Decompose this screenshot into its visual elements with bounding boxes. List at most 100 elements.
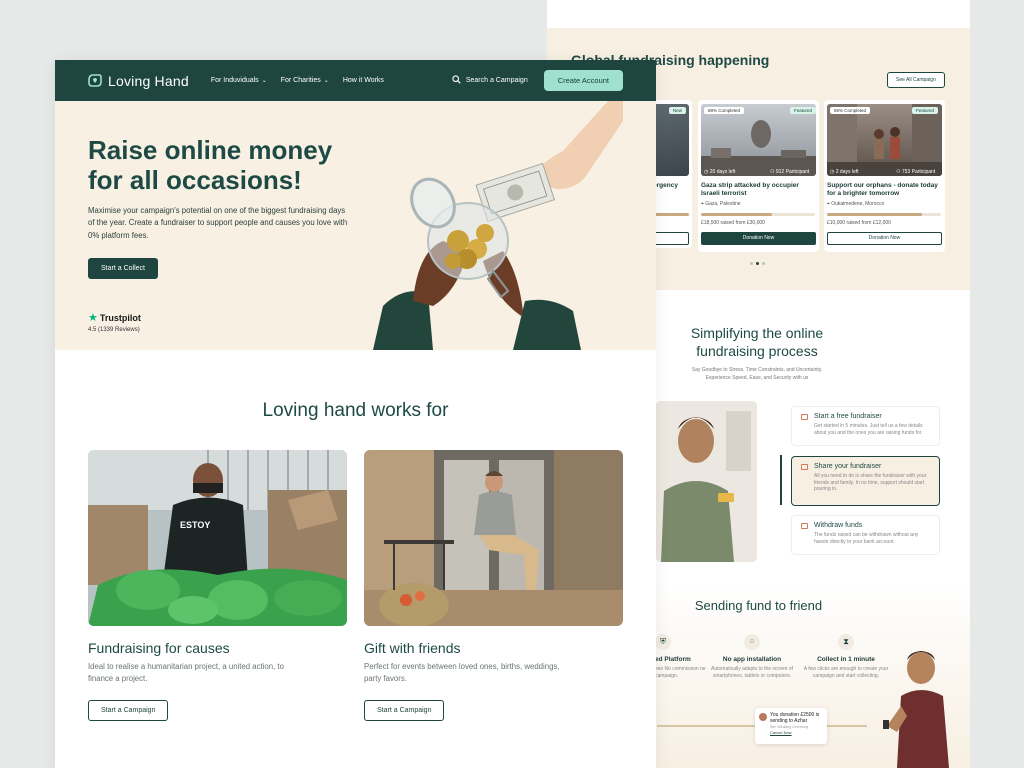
progress-fill xyxy=(827,213,922,216)
notif-sub: Ref: Wedding Ceremony xyxy=(770,725,809,729)
hero-section: Raise online money for all occasions! Ma… xyxy=(55,101,656,350)
trustpilot-rating[interactable]: ★ Trustpilot 4.5 (1339 Reviews) xyxy=(88,311,141,333)
days-left: ◷ 20 days left xyxy=(704,169,736,175)
start-campaign-button[interactable]: Start a Campaign xyxy=(88,699,169,721)
badge-new: New xyxy=(669,107,687,114)
campaign-title: Support our orphans - donate today for a… xyxy=(827,182,938,197)
feature-title: No app installation xyxy=(722,656,782,663)
progress-fill xyxy=(701,213,772,216)
step-title: Start a free fundraiser xyxy=(814,413,882,420)
days-left: ◷ 2 days left xyxy=(830,169,859,175)
progress-track xyxy=(701,213,815,216)
completed-badge: 88% Completed xyxy=(704,107,745,114)
fundraiser-icon xyxy=(801,414,808,420)
participants: ⚇ 912 Participant xyxy=(770,169,810,175)
nav-item-charities[interactable]: For Charities ⌄ xyxy=(281,77,329,84)
hero-description: Maximise your campaign's potential on on… xyxy=(88,206,348,240)
start-campaign-button[interactable]: Start a Campaign xyxy=(364,699,445,721)
see-all-campaign-button[interactable]: See All Campaign xyxy=(887,72,945,88)
clock-icon: ◷ xyxy=(830,169,835,175)
withdraw-icon xyxy=(801,523,808,529)
participants: ⚇ 753 Participant xyxy=(896,169,936,175)
nav-item-individuals[interactable]: For Induviduals ⌄ xyxy=(211,77,267,84)
progress-track xyxy=(827,213,941,216)
simplify-photo xyxy=(656,401,757,562)
trustpilot-logo: Trustpilot xyxy=(99,312,141,323)
cancel-link[interactable]: Cancel Now xyxy=(770,730,822,735)
logo-text: Loving Hand xyxy=(108,72,189,89)
campaign-location: ⌖ Oukaimedene, Morocco xyxy=(827,201,885,207)
step-desc: The funds raised can be withdrawn withou… xyxy=(814,532,919,545)
carousel-dot[interactable] xyxy=(750,262,753,265)
heart-hand-icon xyxy=(88,74,102,87)
campaign-card[interactable]: 85% Completed Featured ◷ 2 days left ⚇ 7… xyxy=(824,100,945,252)
main-page: Loving Hand For Induviduals ⌄ For Chariti… xyxy=(55,60,656,768)
feature-item: ⁘ No app installation Automatically adap… xyxy=(707,634,797,679)
campaign-location: ⌖ Gaza, Palestine xyxy=(701,201,741,207)
donation-button[interactable]: Donation Now xyxy=(827,232,942,245)
campaign-image xyxy=(701,104,816,176)
man-on-terrace-photo xyxy=(364,450,623,626)
featured-badge: Featured xyxy=(790,107,817,114)
notif-text: You donation £2500 is sending to Azhar xyxy=(770,712,820,724)
raised-text: £18,500 raised from £30,000 xyxy=(701,220,765,226)
donation-button[interactable]: Donation Now xyxy=(701,232,816,245)
logo[interactable]: Loving Hand xyxy=(88,73,189,89)
feature-desc: Automatically adapts to the screen of sm… xyxy=(711,666,793,679)
rating-text: 4.5 (1339 Reviews) xyxy=(88,327,140,333)
campaign-title: Gaza strip attacked by occupier Israeli … xyxy=(701,182,799,197)
card-description: Perfect for events between loved ones, b… xyxy=(364,662,560,684)
navbar: Loving Hand For Induviduals ⌄ For Chariti… xyxy=(55,60,656,101)
svg-text:ESTOY: ESTOY xyxy=(180,520,210,530)
donation-button[interactable] xyxy=(653,232,689,245)
chevron-down-icon: ⌄ xyxy=(261,78,267,84)
campaign-card[interactable]: 88% Completed Featured ◷ 20 days left ⚇ … xyxy=(698,100,819,252)
hero-illustration xyxy=(373,101,623,350)
shield-icon: ⛨ xyxy=(655,634,671,650)
nav-right: Search a Campaign Create Account xyxy=(452,70,623,91)
nav-menu: For Induviduals ⌄ For Charities ⌄ How it W… xyxy=(211,77,384,84)
step-desc: Get started in 5 minutes. Just tell us a… xyxy=(814,423,923,436)
people-icon: ⚇ xyxy=(770,169,775,175)
hourglass-icon: ⧗ xyxy=(838,634,854,650)
completed-badge: 85% Completed xyxy=(830,107,871,114)
people-icon: ⚇ xyxy=(896,169,901,175)
step-desc: All you need to do is share the fundrais… xyxy=(814,473,927,492)
campaign-image xyxy=(827,104,942,176)
raised-text: £10,000 raised from £12,000 xyxy=(827,220,891,226)
step-title: Share your fundraiser xyxy=(814,463,882,470)
chevron-down-icon: ⌄ xyxy=(323,78,329,84)
nav-item-how-it-works[interactable]: How it Works xyxy=(343,77,384,84)
campaign-title: ergency xyxy=(653,182,678,189)
location-icon: ⌖ xyxy=(701,201,704,207)
transfer-notification: You donation £2500 is sending to Azhar R… xyxy=(755,708,827,744)
step-card-start[interactable]: Start a free fundraiser Get started in 5… xyxy=(791,406,940,446)
carousel-dot[interactable] xyxy=(762,262,765,265)
man-with-phone xyxy=(877,646,967,768)
search-campaign[interactable]: Search a Campaign xyxy=(452,75,528,86)
simplify-subtitle: Say Goodbye to Stress, Time Constraints,… xyxy=(691,367,823,381)
works-title: Loving hand works for xyxy=(262,400,449,421)
volunteers-photo: ESTOY xyxy=(88,450,347,626)
start-collect-button[interactable]: Start a Collect xyxy=(88,258,158,279)
step-title: Withdraw funds xyxy=(814,522,863,529)
card-title: Gift with friends xyxy=(364,640,461,656)
progress-bar xyxy=(653,213,689,216)
trustpilot-star-icon: ★ xyxy=(88,312,98,324)
feature-card-gift: Gift with friends Perfect for events bet… xyxy=(364,450,623,721)
create-account-button[interactable]: Create Account xyxy=(543,70,623,91)
carousel-dots[interactable] xyxy=(750,262,765,265)
hero-title: Raise online money for all occasions! xyxy=(88,135,333,195)
clock-icon: ◷ xyxy=(704,169,709,175)
feature-card-causes: ESTOY Fundraising for causes Ideal to re… xyxy=(88,450,347,721)
simplify-title: Simplifying the online fundraising proce… xyxy=(690,325,824,359)
carousel-dot-active[interactable] xyxy=(756,262,759,265)
share-icon xyxy=(801,464,808,470)
step-card-withdraw[interactable]: Withdraw funds The funds raised can be w… xyxy=(791,515,940,555)
card-title: Fundraising for causes xyxy=(88,640,230,656)
search-icon xyxy=(452,75,461,86)
avatar xyxy=(759,713,767,721)
location-icon: ⌖ xyxy=(827,201,830,207)
apps-icon: ⁘ xyxy=(744,634,760,650)
step-card-share[interactable]: Share your fundraiser All you need to do… xyxy=(791,456,940,506)
